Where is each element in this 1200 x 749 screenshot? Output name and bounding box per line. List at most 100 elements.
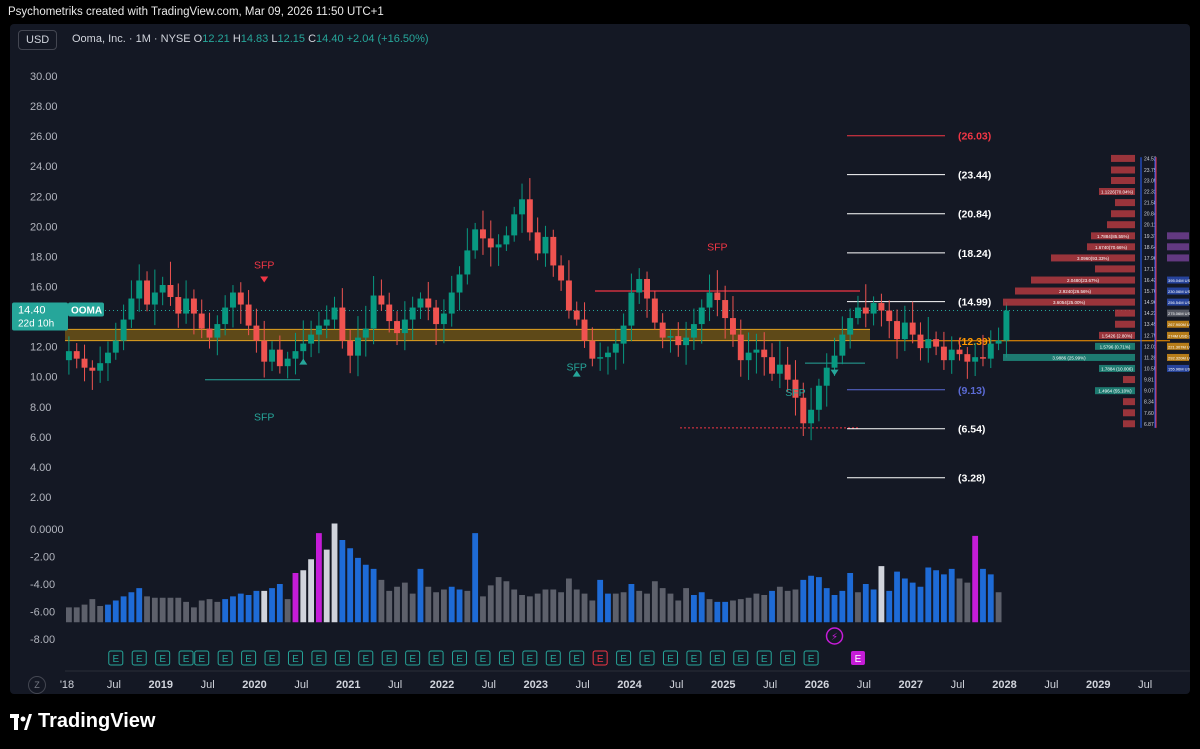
volume-bar — [542, 589, 549, 623]
earnings-marker-label: E — [136, 654, 143, 665]
price-tag-countdown: 22d 10h — [18, 319, 54, 330]
candle-body — [394, 321, 400, 334]
volume-bar — [284, 599, 291, 623]
volume-bar — [886, 590, 893, 623]
sfp-label: SFP — [254, 411, 274, 423]
volume-profile-right-label: 275.06M USD (8%) — [1168, 311, 1190, 316]
candle-body — [956, 349, 963, 355]
volume-profile-bar — [1123, 398, 1135, 406]
candle-body — [683, 337, 690, 346]
volume-bar — [698, 592, 705, 623]
volume-profile-bar-label: 1.5426 (2.80%) — [1102, 333, 1133, 338]
symbol-header[interactable]: Ooma, Inc. · 1M · NYSE O12.21 H14.83 L12… — [72, 33, 429, 45]
candle-body — [433, 307, 440, 325]
volume-bar — [894, 571, 900, 623]
volume-profile-right-bar — [1167, 232, 1189, 240]
candle-body — [636, 278, 643, 293]
candle-body — [565, 280, 572, 311]
sfp-up-arrow-icon — [299, 358, 308, 365]
time-axis-label: 2021 — [336, 679, 360, 691]
volume-bar — [120, 596, 127, 623]
low-value: 12.15 — [277, 33, 306, 45]
candle-body — [503, 235, 510, 245]
volume-profile-right-label: 292.320M USD (8%) — [1168, 355, 1190, 360]
earnings-marker-label: E — [292, 654, 299, 665]
price-axis-label: 28.00 — [30, 101, 58, 113]
price-axis-label: 8.00 — [30, 402, 51, 414]
earnings-marker-label: E — [808, 654, 815, 665]
time-axis-label: 2020 — [242, 679, 266, 691]
volume-bar — [89, 599, 96, 623]
volume-profile-bar — [1111, 210, 1135, 218]
price-chart-svg[interactable]: 30.00 28.00 26.00 24.00 22.00 20.00 18.00 16.00… — [10, 24, 1190, 694]
time-axis-label: Jul — [107, 679, 121, 691]
candle-body — [776, 364, 783, 374]
sfp-down-arrow-icon — [830, 369, 839, 376]
earnings-marker-label: E — [761, 654, 768, 665]
volume-bar — [901, 578, 908, 623]
close-value: 14.40 — [316, 33, 344, 45]
volume-bar — [995, 592, 1002, 623]
candle-body — [253, 325, 260, 341]
candle-body — [198, 313, 205, 329]
candle-body — [456, 274, 463, 293]
volume-bar — [659, 588, 666, 623]
candle-body — [581, 319, 588, 341]
volume-profile-price: 7.60 — [1144, 411, 1154, 417]
sfp-label: SFP — [254, 259, 274, 271]
earnings-marker-label: E — [433, 654, 440, 665]
candle-body — [409, 307, 416, 320]
candle-body — [558, 265, 565, 281]
volume-bar — [691, 595, 697, 623]
volume-bar — [175, 597, 182, 623]
earnings-upcoming-label: E — [855, 654, 862, 665]
volume-bar — [941, 574, 947, 623]
zoom-badge[interactable]: Z — [28, 676, 46, 694]
price-axis-label: 6.00 — [30, 432, 51, 444]
candle-body — [870, 303, 877, 314]
volume-profile-bar — [1115, 320, 1135, 328]
volume-profile-price: 6.87 — [1144, 422, 1154, 428]
candle-body — [612, 343, 619, 353]
volume-profile-right-label: 256.54M USD (8%) — [1168, 300, 1190, 305]
volume-bar — [269, 588, 275, 623]
earnings-marker-label: E — [339, 654, 346, 665]
candle-body — [120, 319, 127, 341]
fib-level-label: (12.39) — [958, 336, 991, 348]
earnings-marker-label: E — [784, 654, 791, 665]
candle-body — [136, 280, 143, 299]
volume-bar — [776, 586, 783, 623]
price-axis-label: 26.00 — [30, 131, 58, 143]
volume-profile-bar-label: 1.1226(70.04%) — [1101, 189, 1134, 194]
volume-bar — [183, 601, 189, 623]
price-axis-label: 2.00 — [30, 492, 51, 504]
chart-frame[interactable]: 30.00 28.00 26.00 24.00 22.00 20.00 18.00 16.00… — [10, 24, 1190, 694]
volume-bar — [292, 573, 299, 623]
sfp-down-arrow-icon — [260, 276, 269, 283]
volume-bar — [722, 601, 729, 623]
volume-bar — [433, 592, 439, 623]
volume-profile-bar — [1107, 221, 1135, 229]
candle-body — [315, 325, 322, 335]
volume-bar — [425, 586, 432, 623]
fib-level-label: (9.13) — [958, 385, 985, 397]
candle-body — [690, 324, 697, 338]
volume-profile-right-label: 395.04M USD (8%) — [1168, 278, 1190, 283]
candle-body — [761, 349, 768, 358]
volume-bar — [972, 535, 979, 623]
volume-bar — [878, 566, 885, 623]
volume-profile-bar — [1111, 166, 1135, 174]
candle-body — [300, 343, 307, 352]
volume-bar — [378, 579, 385, 623]
candle-body — [534, 232, 541, 254]
price-axis-label: 20.00 — [30, 221, 58, 233]
volume-axis-label: -2.00 — [30, 552, 55, 564]
candle-body — [675, 336, 682, 346]
currency-badge[interactable]: USD — [18, 30, 58, 50]
earnings-marker-label: E — [222, 654, 229, 665]
close-label: C — [308, 33, 317, 45]
price-axis-label: 24.00 — [30, 161, 58, 173]
candle-body — [112, 340, 119, 353]
volume-bar — [730, 600, 736, 623]
volume-profile-right-bar — [1167, 254, 1189, 262]
